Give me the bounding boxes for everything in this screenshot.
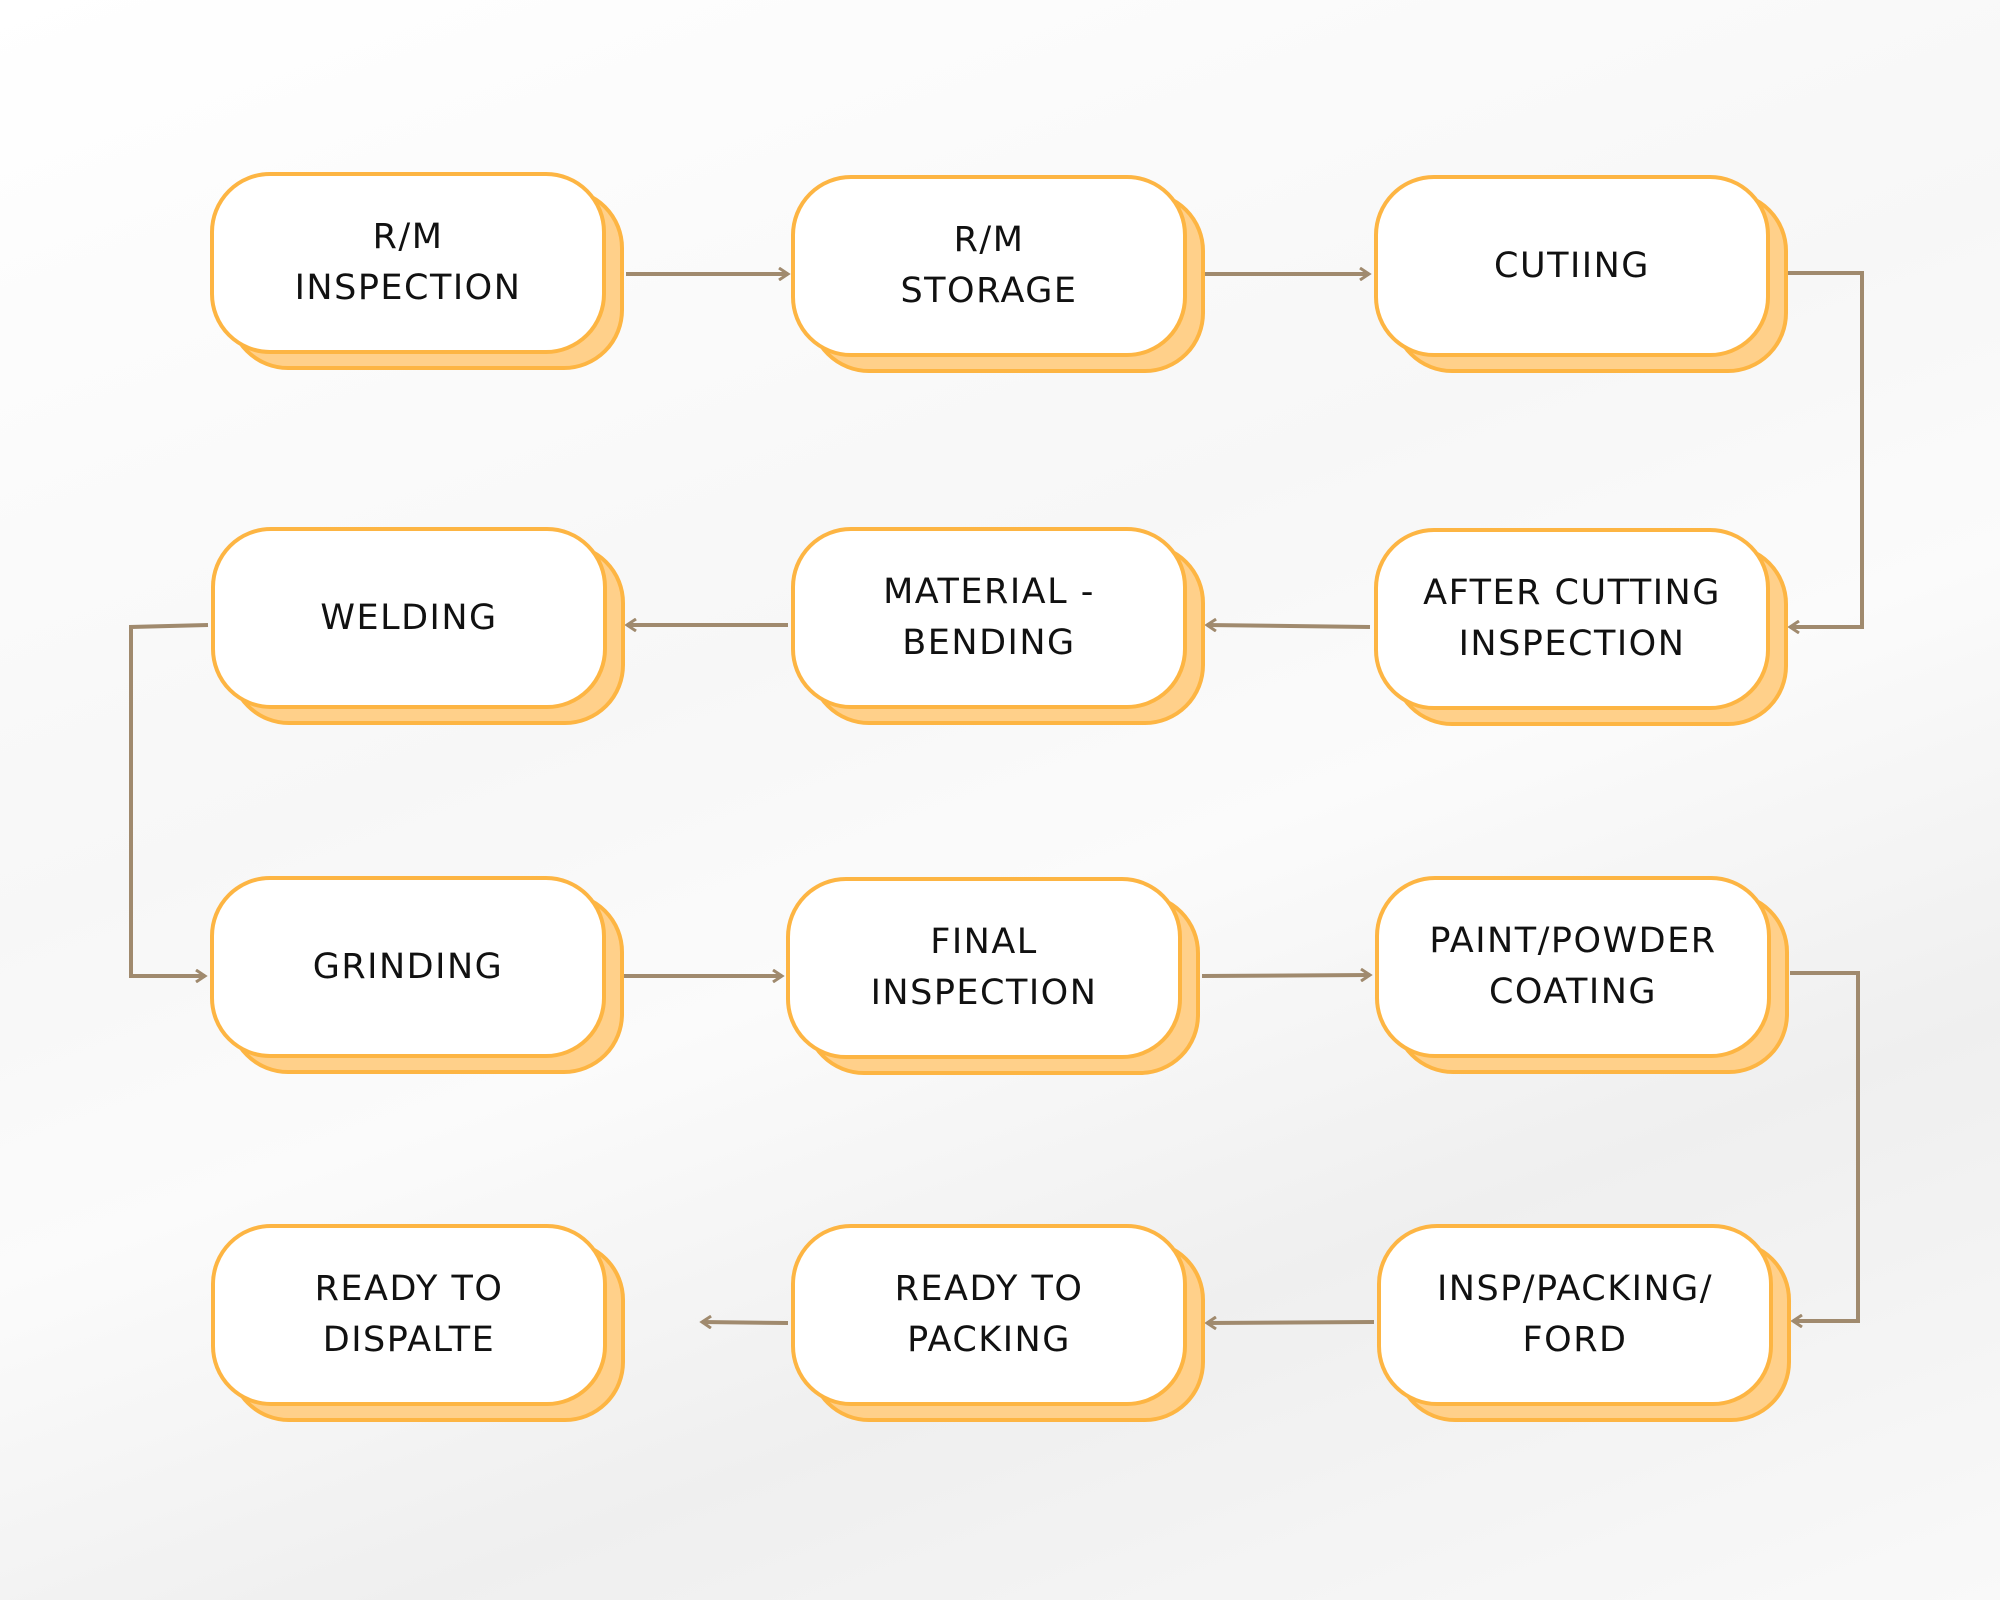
- step-welding: WELDING: [211, 527, 625, 725]
- step-cutting: CUTIING: [1374, 175, 1788, 373]
- step-after-cutting-inspection: AFTER CUTTING INSPECTION: [1374, 528, 1788, 726]
- arrow-cutting-to-after-cutting: [1786, 271, 1864, 627]
- step-label: INSP/PACKING/ FORD: [1436, 1269, 1714, 1360]
- step-ready-to-dispatch: READY TO DISPALTE: [211, 1224, 625, 1422]
- step-paint-powder-coating: PAINT/POWDER COATING: [1375, 876, 1789, 1074]
- step-label: AFTER CUTTING INSPECTION: [1423, 573, 1721, 664]
- arrow-paint-to-insp-packing: [1790, 971, 1860, 1321]
- arrow-after-cutting-to-bending: [1207, 625, 1371, 627]
- step-ready-to-packing: READY TO PACKING: [791, 1224, 1205, 1422]
- step-label: CUTIING: [1494, 245, 1650, 286]
- step-rm-storage: R/M STORAGE: [791, 175, 1205, 373]
- arrow-insp-packing-to-ready-packing: [1207, 1322, 1375, 1323]
- step-label: WELDING: [320, 597, 498, 638]
- step-insp-packing-ford: INSP/PACKING/ FORD: [1377, 1224, 1791, 1422]
- step-rm-inspection: R/M INSPECTION: [210, 172, 624, 370]
- arrow-ready-packing-to-dispatch: [702, 1322, 789, 1323]
- arrow-final-to-paint: [1201, 975, 1370, 976]
- step-final-inspection: FINAL INSPECTION: [786, 877, 1200, 1075]
- arrow-welding-to-grinding: [129, 623, 209, 976]
- step-label: PAINT/POWDER COATING: [1429, 921, 1717, 1012]
- step-grinding: GRINDING: [210, 876, 624, 1074]
- step-label: GRINDING: [312, 946, 504, 987]
- step-label: MATERIAL - BENDING: [883, 572, 1095, 663]
- step-material-bending: MATERIAL - BENDING: [791, 527, 1205, 725]
- step-label: READY TO PACKING: [894, 1269, 1084, 1360]
- step-label: R/M INSPECTION: [294, 217, 522, 308]
- step-label: R/M STORAGE: [900, 220, 1078, 311]
- step-label: READY TO DISPALTE: [314, 1269, 504, 1360]
- step-label: FINAL INSPECTION: [870, 922, 1098, 1013]
